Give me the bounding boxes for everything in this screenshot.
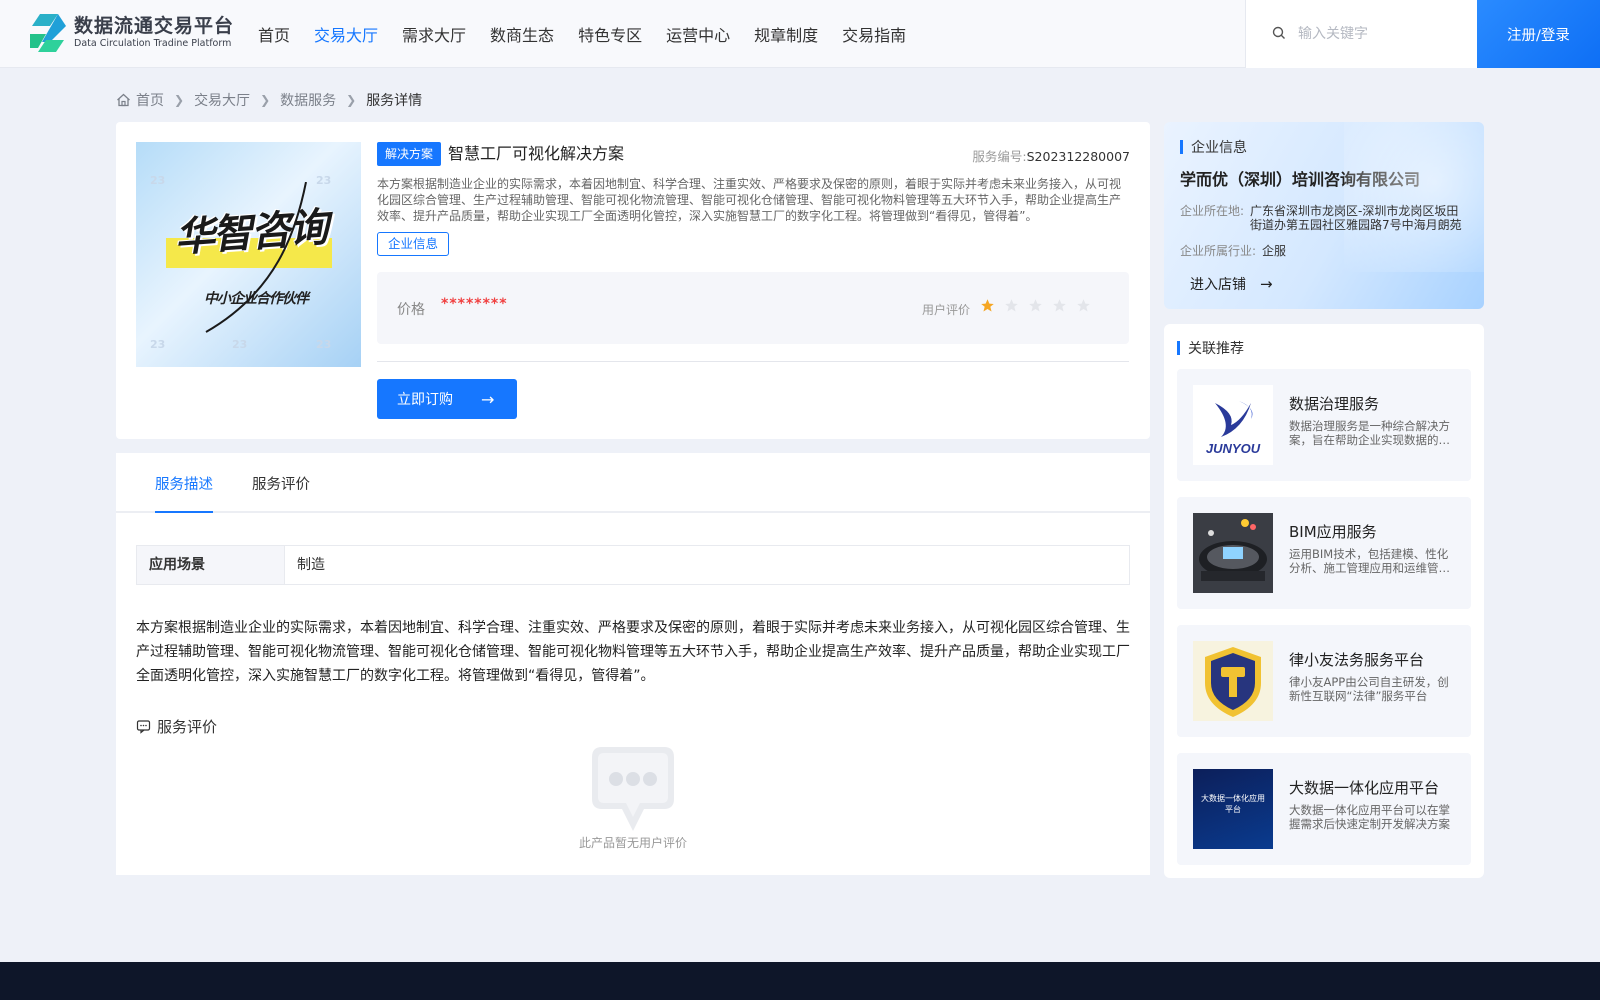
recommend-thumbnail xyxy=(1193,513,1273,593)
nav-ecosystem[interactable]: 数商生态 xyxy=(490,22,554,46)
top-header: 数据流通交易平台 Data Circulation Tradine Platfo… xyxy=(0,0,1600,68)
recommend-title: BIM应用服务 xyxy=(1289,523,1377,541)
solution-tag: 解决方案 xyxy=(377,142,442,166)
recommend-thumb-text: JUNYOU xyxy=(1206,441,1261,456)
recommend-title: 数据治理服务 xyxy=(1289,395,1380,413)
scene-key: 应用场景 xyxy=(137,546,285,584)
tab-service-description[interactable]: 服务描述 xyxy=(155,453,213,513)
product-title: 智慧工厂可视化解决方案 xyxy=(448,144,625,163)
buy-now-label: 立即订购 xyxy=(397,392,453,408)
empty-comment-icon xyxy=(590,745,676,835)
rating-label: 用户评价 xyxy=(922,303,971,317)
nav-guide[interactable]: 交易指南 xyxy=(842,22,906,46)
chevron-right-icon: ❯ xyxy=(346,93,357,107)
star-icon xyxy=(1077,299,1090,312)
buy-now-button[interactable]: 立即订购 → xyxy=(377,379,517,419)
recommend-thumbnail: 大数据一体化应用平台 xyxy=(1193,769,1273,849)
company-info-heading-label: 企业信息 xyxy=(1191,140,1247,156)
home-icon xyxy=(116,93,131,107)
service-number: 服务编号:S202312280007 xyxy=(972,146,1130,165)
chevron-right-icon: ❯ xyxy=(174,93,185,107)
recommend-title: 律小友法务服务平台 xyxy=(1289,651,1425,669)
arrow-right-icon: → xyxy=(1260,275,1273,293)
star-icon xyxy=(1053,299,1066,312)
breadcrumb-data-service[interactable]: 数据服务 xyxy=(280,90,336,110)
recommend-desc: 大数据一体化应用平台可以在掌握需求后快速定制开发解决方案 xyxy=(1289,803,1450,831)
company-industry-label: 企业所属行业: xyxy=(1180,244,1257,258)
star-icon xyxy=(981,299,994,312)
company-industry: 企服 xyxy=(1262,244,1287,258)
recommend-item[interactable]: 律小友法务服务平台 律小友APP由公司自主研发，创新性互联网“法律”服务平台 xyxy=(1177,625,1471,737)
login-register-button[interactable]: 注册/登录 xyxy=(1477,0,1600,68)
logo-subtitle: Data Circulation Tradine Platform xyxy=(74,38,232,49)
search-box xyxy=(1245,0,1477,68)
product-image: 23 23 23 23 23 华智咨询 中小企业合作伙伴 xyxy=(136,142,361,367)
recommend-desc: 运用BIM技术，包括建模、性化分析、施工管理应用和运维管理等服务 xyxy=(1289,547,1450,575)
recommend-item[interactable]: BIM应用服务 运用BIM技术，包括建模、性化分析、施工管理应用和运维管理等服务 xyxy=(1177,497,1471,609)
logo-icon xyxy=(28,12,68,54)
recommend-desc: 律小友APP由公司自主研发，创新性互联网“法律”服务平台 xyxy=(1289,675,1449,703)
detail-card: 服务描述 服务评价 应用场景 制造 本方案根据制造业企业的实际需求，本着因地制宜… xyxy=(116,453,1150,875)
company-info-heading: 企业信息 xyxy=(1180,137,1247,157)
recommend-desc: 数据治理服务是一种综合解决方案，旨在帮助企业实现数据的规范化管理 xyxy=(1289,419,1450,447)
logo[interactable]: 数据流通交易平台 Data Circulation Tradine Platfo… xyxy=(28,12,234,54)
price-panel: 价格 ******** 用户评价 xyxy=(377,272,1129,344)
search-input[interactable] xyxy=(1298,26,1468,42)
star-icon xyxy=(1029,299,1042,312)
company-location-row: 企业所在地: 广东省深圳市龙岗区-深圳市龙岗区坂田街道办第五园社区雅园路7号中海… xyxy=(1180,204,1464,232)
main-nav: 首页 交易大厅 需求大厅 数商生态 特色专区 运营中心 规章制度 交易指南 xyxy=(258,0,930,68)
company-location-label: 企业所在地: xyxy=(1180,204,1245,218)
empty-reviews-text: 此产品暂无用户评价 xyxy=(578,836,687,850)
chevron-right-icon: ❯ xyxy=(260,93,271,107)
application-scene-table: 应用场景 制造 xyxy=(136,545,1130,585)
company-location: 广东省深圳市龙岗区-深圳市龙岗区坂田街道办第五园社区雅园路7号中海月朗苑 xyxy=(1250,204,1462,232)
company-name: 学而优（深圳）培训咨询有限公司 xyxy=(1180,170,1421,189)
recommend-item[interactable]: JUNYOU 数据治理服务 数据治理服务是一种综合解决方案，旨在帮助企业实现数据… xyxy=(1177,369,1471,481)
nav-regulations[interactable]: 规章制度 xyxy=(754,22,818,46)
service-number-label: 服务编号: xyxy=(972,149,1027,164)
reviews-heading-label: 服务评价 xyxy=(157,718,218,736)
recommend-thumbnail xyxy=(1193,641,1273,721)
nav-trading-hall[interactable]: 交易大厅 xyxy=(314,22,378,46)
page-footer xyxy=(0,962,1600,1000)
price-value: ******** xyxy=(441,296,508,312)
nav-special-zone[interactable]: 特色专区 xyxy=(578,22,642,46)
product-summary-card: 23 23 23 23 23 华智咨询 中小企业合作伙伴 解决方案 智慧工厂可视… xyxy=(116,122,1150,439)
price-label: 价格 xyxy=(397,302,425,318)
service-description-text: 本方案根据制造业企业的实际需求，本着因地制宜、科学合理、注重实效、严格要求及保密… xyxy=(136,620,1130,684)
enter-shop-link[interactable]: 进入店铺 → xyxy=(1190,274,1273,294)
recommend-heading-label: 关联推荐 xyxy=(1188,341,1244,357)
recommend-heading: 关联推荐 xyxy=(1177,338,1244,358)
search-icon[interactable] xyxy=(1272,25,1286,44)
breadcrumb-trading-hall[interactable]: 交易大厅 xyxy=(194,90,250,110)
divider xyxy=(377,361,1129,362)
company-info-card: 企业信息 学而优（深圳）培训咨询有限公司 企业所在地: 广东省深圳市龙岗区-深圳… xyxy=(1164,122,1484,309)
arrow-right-icon: → xyxy=(481,389,495,409)
comment-icon xyxy=(136,720,151,734)
company-info-tag[interactable]: 企业信息 xyxy=(377,232,450,256)
nav-operation-center[interactable]: 运营中心 xyxy=(666,22,730,46)
recommend-title: 大数据一体化应用平台 xyxy=(1289,779,1440,797)
breadcrumb-home[interactable]: 首页 xyxy=(116,90,164,110)
breadcrumb-home-label: 首页 xyxy=(136,93,164,109)
rating-stars xyxy=(980,298,1100,313)
breadcrumb: 首页 ❯ 交易大厅 ❯ 数据服务 ❯ 服务详情 xyxy=(116,90,422,110)
nav-home[interactable]: 首页 xyxy=(258,22,290,46)
reviews-heading: 服务评价 xyxy=(136,716,217,737)
nav-demand-hall[interactable]: 需求大厅 xyxy=(402,22,466,46)
recommend-thumb-text: 大数据一体化应用平台 xyxy=(1201,794,1265,814)
company-industry-row: 企业所属行业: 企服 xyxy=(1180,244,1476,258)
product-description: 本方案根据制造业企业的实际需求，本着因地制宜、科学合理、注重实效、严格要求及保密… xyxy=(377,177,1122,223)
tab-service-reviews[interactable]: 服务评价 xyxy=(252,453,310,513)
service-number-value: S202312280007 xyxy=(1026,149,1130,164)
breadcrumb-current: 服务详情 xyxy=(366,93,423,109)
enter-shop-label: 进入店铺 xyxy=(1190,277,1246,293)
star-icon xyxy=(1005,299,1018,312)
recommend-thumbnail: JUNYOU xyxy=(1193,385,1273,465)
logo-title: 数据流通交易平台 xyxy=(74,15,235,37)
related-recommendations: 关联推荐 JUNYOU 数据治理服务 数据治理服务是一种综合解决方案，旨在帮助企… xyxy=(1164,324,1484,878)
detail-tabs: 服务描述 服务评价 xyxy=(116,453,1150,513)
scene-value: 制造 xyxy=(297,557,325,573)
recommend-item[interactable]: 大数据一体化应用平台 大数据一体化应用平台 大数据一体化应用平台可以在掌握需求后… xyxy=(1177,753,1471,865)
